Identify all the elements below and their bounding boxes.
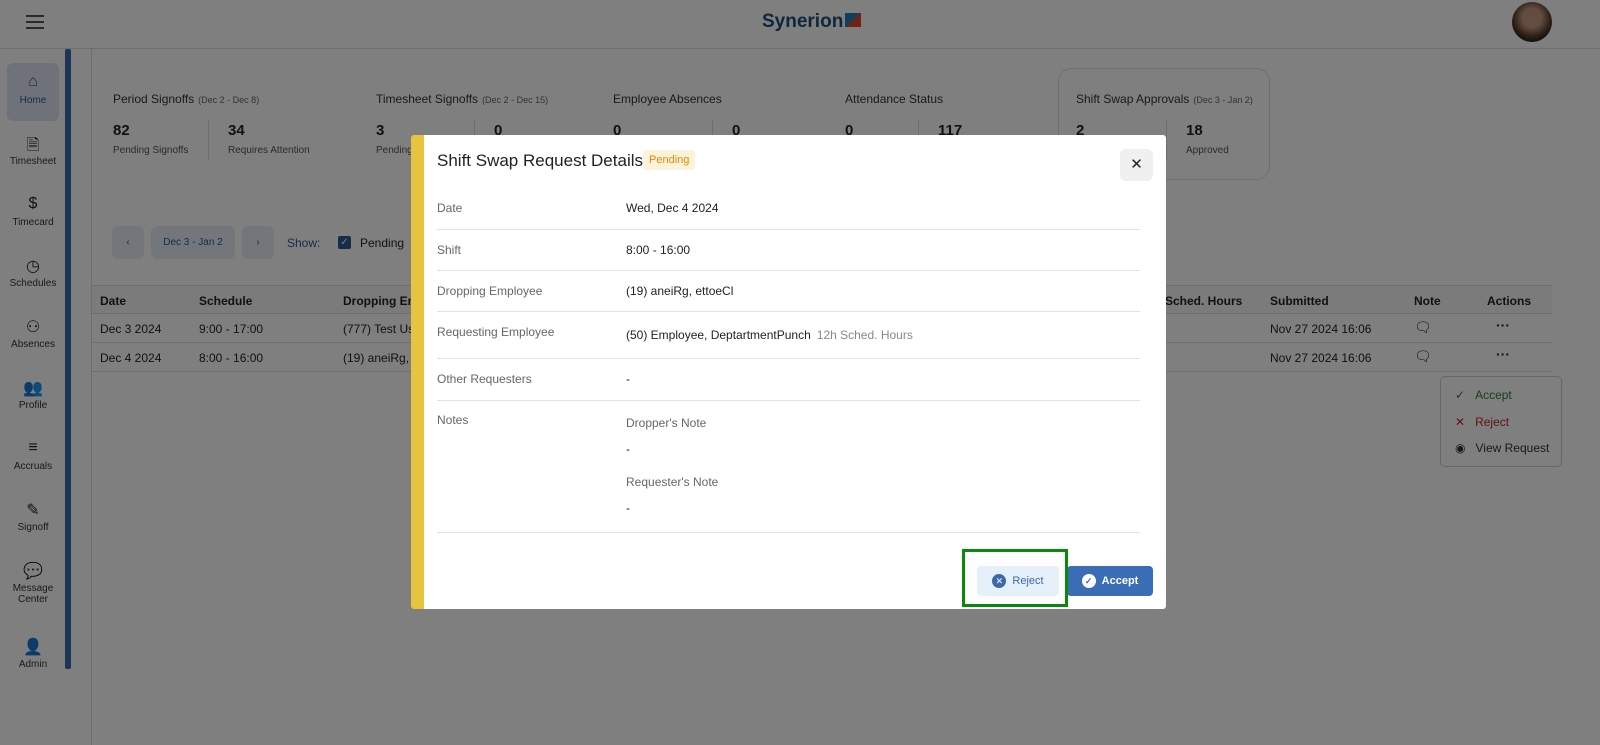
sched-hours: 12h Sched. Hours xyxy=(816,328,913,342)
detail-value: (50) Employee, DeptartmentPunch xyxy=(626,328,811,342)
status-badge: Pending xyxy=(643,150,696,170)
detail-label: Requesting Employee xyxy=(437,325,555,339)
detail-row-notes: Notes Dropper's Note - Requester's Note … xyxy=(437,401,1140,533)
accept-button[interactable]: ✓ Accept xyxy=(1067,566,1153,596)
requester-note-label: Requester's Note xyxy=(626,475,719,489)
accept-label: Accept xyxy=(1101,575,1139,587)
detail-label: Date xyxy=(437,201,463,215)
detail-value: (19) aneiRg, ettoeCl xyxy=(626,284,734,298)
detail-value: 8:00 - 16:00 xyxy=(626,243,691,257)
detail-row-shift: Shift 8:00 - 16:00 xyxy=(437,230,1140,271)
shift-swap-modal: Shift Swap Request Details Pending ✕ Dat… xyxy=(411,135,1166,609)
detail-value: - xyxy=(626,372,630,386)
detail-row-requesting-employee: Requesting Employee (50) Employee, Deptar… xyxy=(437,312,1140,359)
detail-label: Shift xyxy=(437,243,462,257)
detail-row-date: Date Wed, Dec 4 2024 xyxy=(437,190,1140,230)
close-button[interactable]: ✕ xyxy=(1120,149,1153,181)
requester-note-value: - xyxy=(626,501,630,515)
dropper-note-value: - xyxy=(626,442,630,456)
detail-label: Notes xyxy=(437,413,469,427)
detail-label: Other Requesters xyxy=(437,372,532,386)
check-circle-icon: ✓ xyxy=(1081,574,1096,589)
detail-row-other-requesters: Other Requesters - xyxy=(437,359,1140,401)
highlight-box xyxy=(962,549,1068,607)
detail-label: Dropping Employee xyxy=(437,284,543,298)
close-icon: ✕ xyxy=(1130,156,1143,173)
modal-title: Shift Swap Request Details xyxy=(437,151,643,170)
dropper-note-label: Dropper's Note xyxy=(626,416,707,430)
detail-value: Wed, Dec 4 2024 xyxy=(626,201,719,215)
detail-row-dropping-employee: Dropping Employee (19) aneiRg, ettoeCl xyxy=(437,271,1140,312)
